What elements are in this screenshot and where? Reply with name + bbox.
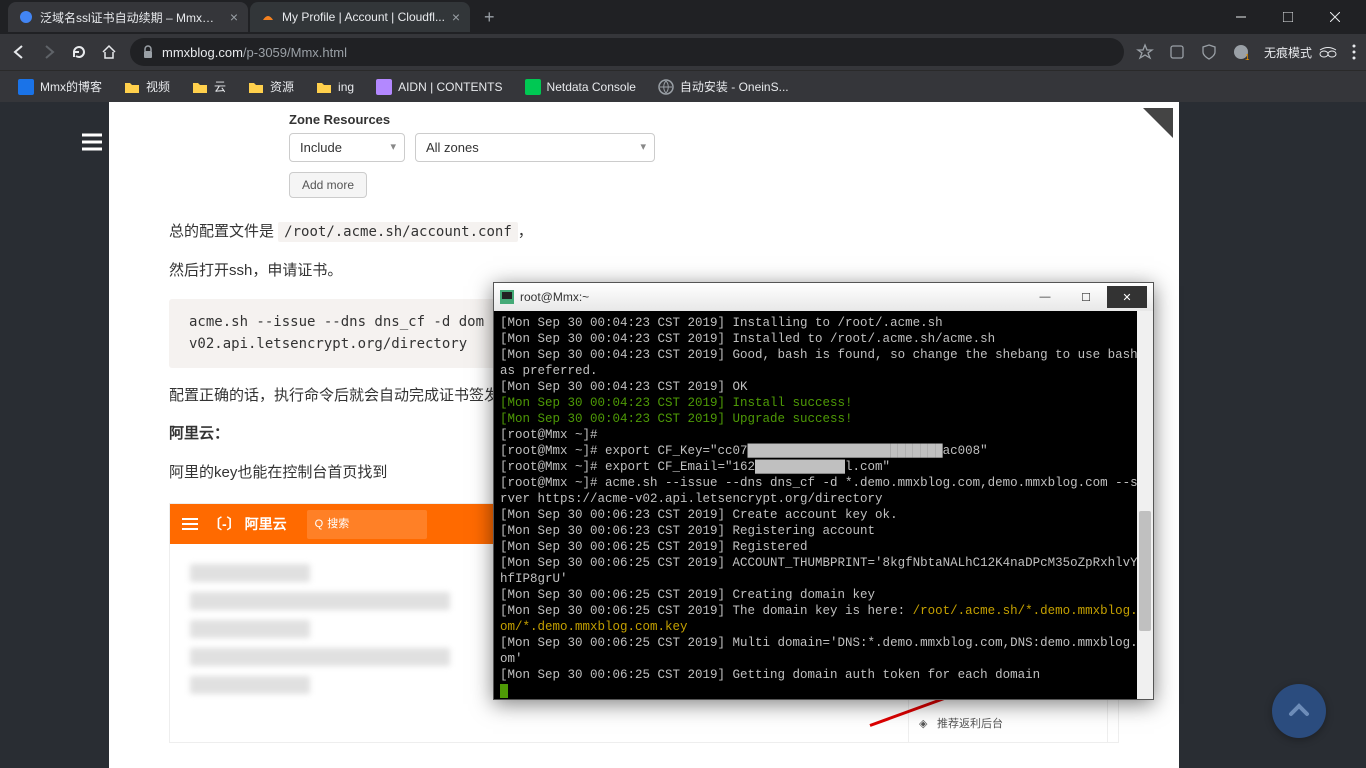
- ssh-title: root@Mmx:~: [520, 290, 1019, 304]
- zone-include-dropdown[interactable]: Include: [289, 133, 405, 162]
- bookmark-item[interactable]: 资源: [240, 74, 302, 99]
- terminal-line: [Mon Sep 30 00:04:23 CST 2019] Good, bas…: [500, 347, 1147, 379]
- tab-title-2: My Profile | Account | Cloudfl...: [282, 10, 446, 24]
- nav-back[interactable]: [10, 43, 28, 61]
- page-viewport: Zone Resources Include All zones Add mor…: [0, 102, 1366, 768]
- bookmark-label: 云: [214, 78, 226, 95]
- aliyun-menu-item: ◈推荐返利后台: [919, 710, 1097, 739]
- tab-1[interactable]: 泛域名ssl证书自动续期 – Mmx的... ×: [8, 2, 248, 32]
- bookmark-label: AIDN | CONTENTS: [398, 80, 502, 94]
- ssh-scrollbar[interactable]: [1137, 311, 1153, 699]
- ssh-titlebar[interactable]: root@Mmx:~ — ☐ ✕: [494, 283, 1153, 311]
- bookmark-label: 资源: [270, 78, 294, 95]
- terminal-line: [root@Mmx ~]# export CF_Email="162██████…: [500, 459, 1147, 475]
- aliyun-logo: 〔-〕阿里云: [208, 511, 287, 538]
- bookmark-icon: [18, 79, 34, 95]
- code-account-conf: /root/.acme.sh/account.conf: [278, 222, 518, 242]
- page-corner: [1143, 108, 1173, 138]
- lock-icon: [142, 45, 154, 59]
- bookmark-icon: [248, 80, 264, 94]
- putty-icon: [500, 290, 514, 304]
- ssh-terminal-output[interactable]: [Mon Sep 30 00:04:23 CST 2019] Installin…: [494, 311, 1153, 699]
- svg-text:1: 1: [1245, 53, 1250, 61]
- bookmark-icon: [658, 79, 674, 95]
- bookmark-item[interactable]: 自动安装 - OneinS...: [650, 74, 797, 99]
- url-bar[interactable]: mmxblog.com/p-3059/Mmx.html: [130, 38, 1124, 66]
- terminal-line: [Mon Sep 30 00:04:23 CST 2019] Upgrade s…: [500, 411, 1147, 427]
- terminal-line: [Mon Sep 30 00:06:25 CST 2019] The domai…: [500, 603, 1147, 635]
- tab-2[interactable]: My Profile | Account | Cloudfl... ×: [250, 2, 470, 32]
- add-more-button[interactable]: Add more: [289, 172, 367, 198]
- aliyun-search: Q 搜索: [307, 510, 427, 539]
- ssh-minimize[interactable]: —: [1025, 286, 1065, 308]
- terminal-line: [Mon Sep 30 00:06:23 CST 2019] Registeri…: [500, 523, 1147, 539]
- terminal-line: [root@Mmx ~]#: [500, 427, 1147, 443]
- bookmark-label: Netdata Console: [547, 80, 636, 94]
- nav-reload[interactable]: [70, 43, 88, 61]
- paragraph-1: 总的配置文件是 /root/.acme.sh/account.conf，: [169, 218, 1119, 247]
- menu-icon[interactable]: [1352, 43, 1356, 61]
- terminal-line: [Mon Sep 30 00:04:23 CST 2019] Installed…: [500, 331, 1147, 347]
- bookmark-icon: [525, 79, 541, 95]
- star-icon[interactable]: [1136, 43, 1154, 61]
- window-maximize[interactable]: [1265, 2, 1311, 32]
- zone-resources-label: Zone Resources: [289, 112, 1119, 127]
- bookmark-icon: [124, 80, 140, 94]
- tab-favicon-2: [260, 9, 276, 25]
- hamburger-menu[interactable]: [72, 122, 112, 162]
- shield-icon[interactable]: [1200, 43, 1218, 61]
- url-text: mmxblog.com/p-3059/Mmx.html: [162, 45, 347, 60]
- terminal-line: [Mon Sep 30 00:06:23 CST 2019] Create ac…: [500, 507, 1147, 523]
- terminal-line: [Mon Sep 30 00:06:25 CST 2019] Multi dom…: [500, 635, 1147, 667]
- ssh-terminal-window: root@Mmx:~ — ☐ ✕ [Mon Sep 30 00:04:23 CS…: [493, 282, 1154, 700]
- bookmark-item[interactable]: Mmx的博客: [10, 74, 110, 99]
- ssh-close[interactable]: ✕: [1107, 286, 1147, 308]
- paragraph-2: 然后打开ssh，申请证书。: [169, 257, 1119, 286]
- bookmark-label: Mmx的博客: [40, 78, 102, 95]
- bookmark-label: ing: [338, 80, 354, 94]
- terminal-line: [Mon Sep 30 00:06:25 CST 2019] Getting d…: [500, 667, 1147, 683]
- terminal-cursor: [500, 684, 508, 698]
- bookmark-icon: [316, 80, 332, 94]
- terminal-line: [Mon Sep 30 00:06:25 CST 2019] Registere…: [500, 539, 1147, 555]
- bookmark-icon: [376, 79, 392, 95]
- aliyun-hamburger-icon: [182, 517, 198, 531]
- zone-allzones-dropdown[interactable]: All zones: [415, 133, 655, 162]
- bookmark-label: 自动安装 - OneinS...: [680, 78, 789, 95]
- reader-icon[interactable]: [1168, 43, 1186, 61]
- browser-tab-strip: 泛域名ssl证书自动续期 – Mmx的... × My Profile | Ac…: [0, 0, 1366, 34]
- ssh-maximize[interactable]: ☐: [1066, 286, 1106, 308]
- tab-close-2[interactable]: ×: [452, 9, 460, 25]
- bookmarks-bar: Mmx的博客 视频 云 资源 ing AIDN | CONTENTS Netdata Con…: [0, 70, 1366, 102]
- bookmark-item[interactable]: Netdata Console: [517, 75, 644, 99]
- window-minimize[interactable]: [1218, 2, 1264, 32]
- new-tab-button[interactable]: +: [472, 7, 507, 28]
- terminal-line: [Mon Sep 30 00:06:25 CST 2019] Creating …: [500, 587, 1147, 603]
- terminal-line: [root@Mmx ~]# export CF_Key="cc07███████…: [500, 443, 1147, 459]
- bookmark-item[interactable]: AIDN | CONTENTS: [368, 75, 510, 99]
- incognito-indicator[interactable]: 无痕模式: [1264, 44, 1338, 61]
- tab-title-1: 泛域名ssl证书自动续期 – Mmx的...: [40, 9, 224, 26]
- bookmark-item[interactable]: 云: [184, 74, 234, 99]
- scroll-to-top-button[interactable]: [1272, 684, 1326, 738]
- nav-forward[interactable]: [40, 43, 58, 61]
- bookmark-item[interactable]: ing: [308, 76, 362, 98]
- terminal-line: [root@Mmx ~]# acme.sh --issue --dns dns_…: [500, 475, 1147, 507]
- terminal-line: [Mon Sep 30 00:04:23 CST 2019] Install s…: [500, 395, 1147, 411]
- ext-icon[interactable]: 1: [1232, 43, 1250, 61]
- terminal-line: [Mon Sep 30 00:04:23 CST 2019] OK: [500, 379, 1147, 395]
- terminal-line: [Mon Sep 30 00:04:23 CST 2019] Installin…: [500, 315, 1147, 331]
- tab-favicon-1: [18, 9, 34, 25]
- window-close[interactable]: [1312, 2, 1358, 32]
- browser-nav-bar: mmxblog.com/p-3059/Mmx.html 1 无痕模式: [0, 34, 1366, 70]
- bookmark-icon: [192, 80, 208, 94]
- tab-close-1[interactable]: ×: [230, 9, 238, 25]
- bookmark-label: 视频: [146, 78, 170, 95]
- terminal-line: [Mon Sep 30 00:06:25 CST 2019] ACCOUNT_T…: [500, 555, 1147, 587]
- nav-home[interactable]: [100, 43, 118, 61]
- bookmark-item[interactable]: 视频: [116, 74, 178, 99]
